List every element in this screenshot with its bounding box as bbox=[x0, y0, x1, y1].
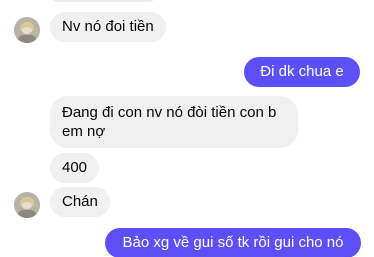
contact-avatar[interactable] bbox=[14, 17, 40, 43]
avatar-image-icon bbox=[14, 192, 40, 218]
received-message[interactable]: 400 bbox=[50, 153, 100, 183]
received-message[interactable]: Chán bbox=[50, 187, 110, 217]
message-text-line: Đang đi con nv nó đòi tiền con b bbox=[62, 104, 277, 121]
sent-message[interactable]: Đi dk chua e bbox=[244, 57, 360, 87]
chat-thread: Nv nó đoi tiền Đi dk chua e Đang đi con … bbox=[0, 0, 374, 257]
received-message[interactable]: Đang đi con nv nó đòi tiền con b em nợ bbox=[50, 96, 298, 148]
message-text-line: em nợ bbox=[62, 123, 106, 140]
avatar-image-icon bbox=[14, 17, 40, 43]
sent-message[interactable]: Bảo xg về gui số tk rồi gui cho nó bbox=[105, 228, 361, 257]
previous-message-bubble[interactable] bbox=[48, 0, 158, 2]
received-message[interactable]: Nv nó đoi tiền bbox=[50, 12, 166, 42]
contact-avatar[interactable] bbox=[14, 192, 40, 218]
